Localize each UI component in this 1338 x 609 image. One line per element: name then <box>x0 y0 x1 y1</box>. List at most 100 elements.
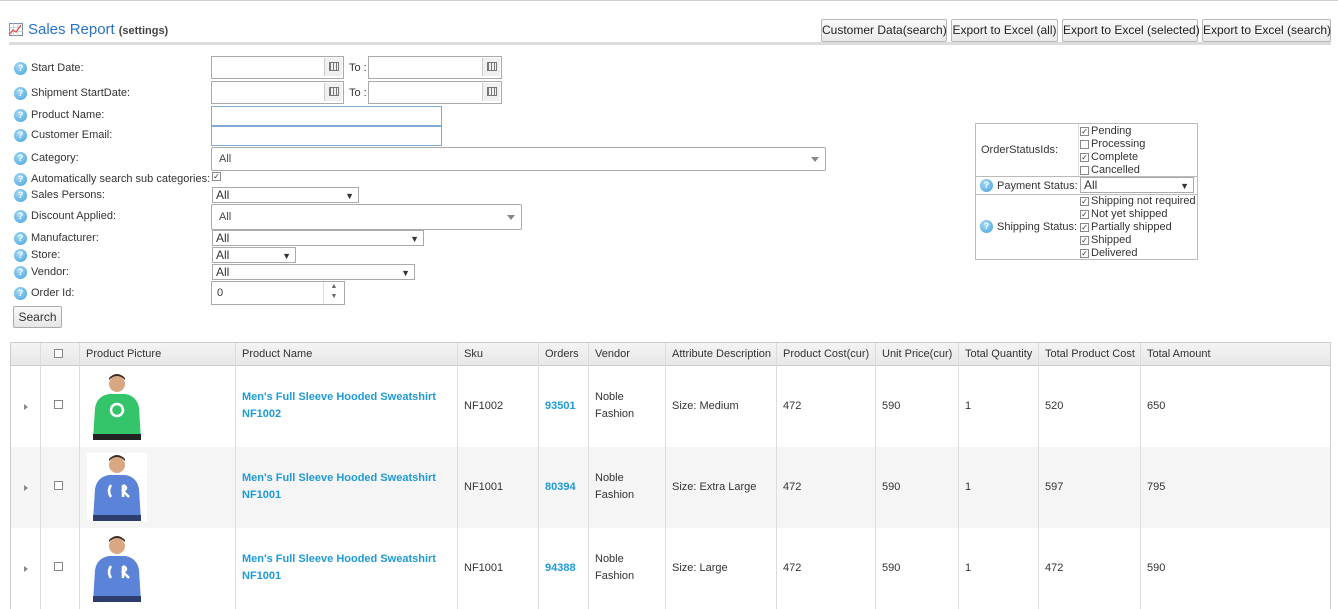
select-all-checkbox[interactable] <box>54 349 63 358</box>
checkbox[interactable]: ✓ <box>1080 197 1089 206</box>
product-name-link[interactable]: Men's Full Sleeve Hooded Sweatshirt NF100… <box>242 470 436 504</box>
help-icon[interactable]: ? <box>14 87 27 100</box>
shipping-shipped[interactable]: ✓ Shipped <box>1080 234 1131 246</box>
customer-data-search-button[interactable]: Customer Data(search) <box>821 19 947 42</box>
calendar-icon[interactable] <box>482 58 500 76</box>
row-checkbox[interactable] <box>54 562 63 571</box>
order-link[interactable]: 80394 <box>545 479 576 496</box>
expand-row-icon[interactable] <box>24 485 28 491</box>
help-icon[interactable]: ? <box>14 232 27 245</box>
checkbox[interactable]: ✓ <box>1080 236 1089 245</box>
col-unit-price[interactable]: Unit Price(cur) <box>882 348 952 360</box>
order-status-complete[interactable]: ✓ Complete <box>1080 151 1138 163</box>
col-attribute-description[interactable]: Attribute Description <box>672 348 771 360</box>
expand-row-icon[interactable] <box>24 566 28 572</box>
help-icon[interactable]: ? <box>14 266 27 279</box>
help-icon[interactable]: ? <box>980 220 993 233</box>
calendar-icon[interactable] <box>324 83 342 101</box>
help-icon[interactable]: ? <box>14 287 27 300</box>
ship-end-input[interactable] <box>368 81 502 104</box>
help-icon[interactable]: ? <box>14 173 27 186</box>
vendor-value: All <box>216 265 230 279</box>
order-status-pending[interactable]: ✓ Pending <box>1080 125 1131 137</box>
table-row[interactable]: Men's Full Sleeve Hooded Sweatshirt NF100… <box>11 528 1330 609</box>
sales-report-grid: Product Picture Product Name Sku Orders … <box>10 342 1331 609</box>
calendar-icon[interactable] <box>324 58 342 76</box>
product-name-link[interactable]: Men's Full Sleeve Hooded Sweatshirt NF100… <box>242 551 436 585</box>
col-total-amount[interactable]: Total Amount <box>1147 348 1211 360</box>
product-name-link[interactable]: Men's Full Sleeve Hooded Sweatshirt NF100… <box>242 389 436 423</box>
manufacturer-select[interactable]: All ▼ <box>212 230 424 246</box>
number-spinner[interactable]: ▲ ▼ <box>323 282 344 304</box>
table-row[interactable]: Men's Full Sleeve Hooded Sweatshirt NF100… <box>11 447 1330 528</box>
checkbox[interactable] <box>1080 166 1089 175</box>
help-icon[interactable]: ? <box>14 62 27 75</box>
col-vendor[interactable]: Vendor <box>595 348 630 360</box>
column-divider <box>457 343 458 609</box>
total-amount-cell: 650 <box>1147 400 1166 412</box>
order-link[interactable]: 94388 <box>545 560 576 577</box>
end-date-input[interactable] <box>368 56 502 79</box>
expand-row-icon[interactable] <box>24 404 28 410</box>
export-all-button[interactable]: Export to Excel (all) <box>951 19 1058 42</box>
store-select[interactable]: All ▼ <box>212 247 296 263</box>
settings-link[interactable]: (settings) <box>119 25 169 37</box>
shipping-not-yet-shipped[interactable]: ✓ Not yet shipped <box>1080 208 1167 220</box>
checkbox[interactable]: ✓ <box>1080 127 1089 136</box>
shipping-not-required[interactable]: ✓ Shipping not required <box>1080 195 1196 207</box>
export-selected-button[interactable]: Export to Excel (selected) <box>1062 19 1200 42</box>
customer-email-input[interactable] <box>211 126 442 146</box>
vendor-line: Noble <box>595 553 624 565</box>
help-icon[interactable]: ? <box>14 129 27 142</box>
col-sku[interactable]: Sku <box>464 348 483 360</box>
product-name-input[interactable] <box>211 106 442 126</box>
product-image <box>87 372 147 440</box>
vendor-select[interactable]: All ▼ <box>212 264 415 280</box>
auto-sub-checkbox[interactable]: ✓ <box>212 172 221 181</box>
col-product-picture[interactable]: Product Picture <box>86 348 161 360</box>
order-status-cancelled[interactable]: Cancelled <box>1080 164 1140 176</box>
start-date-input[interactable] <box>211 56 344 79</box>
table-row[interactable]: Men's Full Sleeve Hooded Sweatshirt NF100… <box>11 366 1330 447</box>
shipping-delivered[interactable]: ✓ Delivered <box>1080 247 1137 259</box>
col-product-cost[interactable]: Product Cost(cur) <box>783 348 869 360</box>
vendor-line: Fashion <box>595 570 635 582</box>
order-status-processing[interactable]: Processing <box>1080 138 1145 150</box>
checkbox[interactable]: ✓ <box>1080 153 1089 162</box>
search-button[interactable]: Search <box>13 306 62 328</box>
product-name-label: Product Name: <box>31 109 105 121</box>
discount-select[interactable]: All <box>211 204 522 230</box>
order-link[interactable]: 93501 <box>545 398 576 415</box>
checkbox[interactable] <box>1080 140 1089 149</box>
category-select[interactable]: All <box>211 147 826 171</box>
sales-persons-select[interactable]: All ▼ <box>212 187 359 203</box>
calendar-icon[interactable] <box>482 83 500 101</box>
col-total-product-cost[interactable]: Total Product Cost <box>1045 348 1135 360</box>
order-id-input[interactable]: 0 ▲ ▼ <box>211 281 345 305</box>
vendor-line: Noble <box>595 472 624 484</box>
payment-status-select[interactable]: All ▼ <box>1080 177 1194 193</box>
col-product-name[interactable]: Product Name <box>242 348 312 360</box>
col-orders[interactable]: Orders <box>545 348 579 360</box>
help-icon[interactable]: ? <box>14 210 27 223</box>
shipping-status-label-text: Delivered <box>1091 247 1138 259</box>
row-checkbox[interactable] <box>54 481 63 490</box>
checkbox[interactable]: ✓ <box>1080 210 1089 219</box>
checkbox[interactable]: ✓ <box>1080 249 1089 258</box>
row-checkbox[interactable] <box>54 400 63 409</box>
order-status-label-text: Complete <box>1091 151 1139 163</box>
help-icon[interactable]: ? <box>980 179 993 192</box>
col-total-quantity[interactable]: Total Quantity <box>965 348 1032 360</box>
chevron-down-icon <box>811 157 819 162</box>
help-icon[interactable]: ? <box>14 249 27 262</box>
chevron-down-icon: ▼ <box>345 191 354 201</box>
help-icon[interactable]: ? <box>14 189 27 202</box>
total-amount-cell: 590 <box>1147 562 1166 574</box>
help-icon[interactable]: ? <box>14 109 27 122</box>
ship-start-input[interactable] <box>211 81 344 104</box>
sku-cell: NF1001 <box>464 562 504 574</box>
checkbox[interactable]: ✓ <box>1080 223 1089 232</box>
shipping-partially-shipped[interactable]: ✓ Partially shipped <box>1080 221 1172 233</box>
help-icon[interactable]: ? <box>14 152 27 165</box>
export-search-button[interactable]: Export to Excel (search) <box>1202 19 1331 42</box>
